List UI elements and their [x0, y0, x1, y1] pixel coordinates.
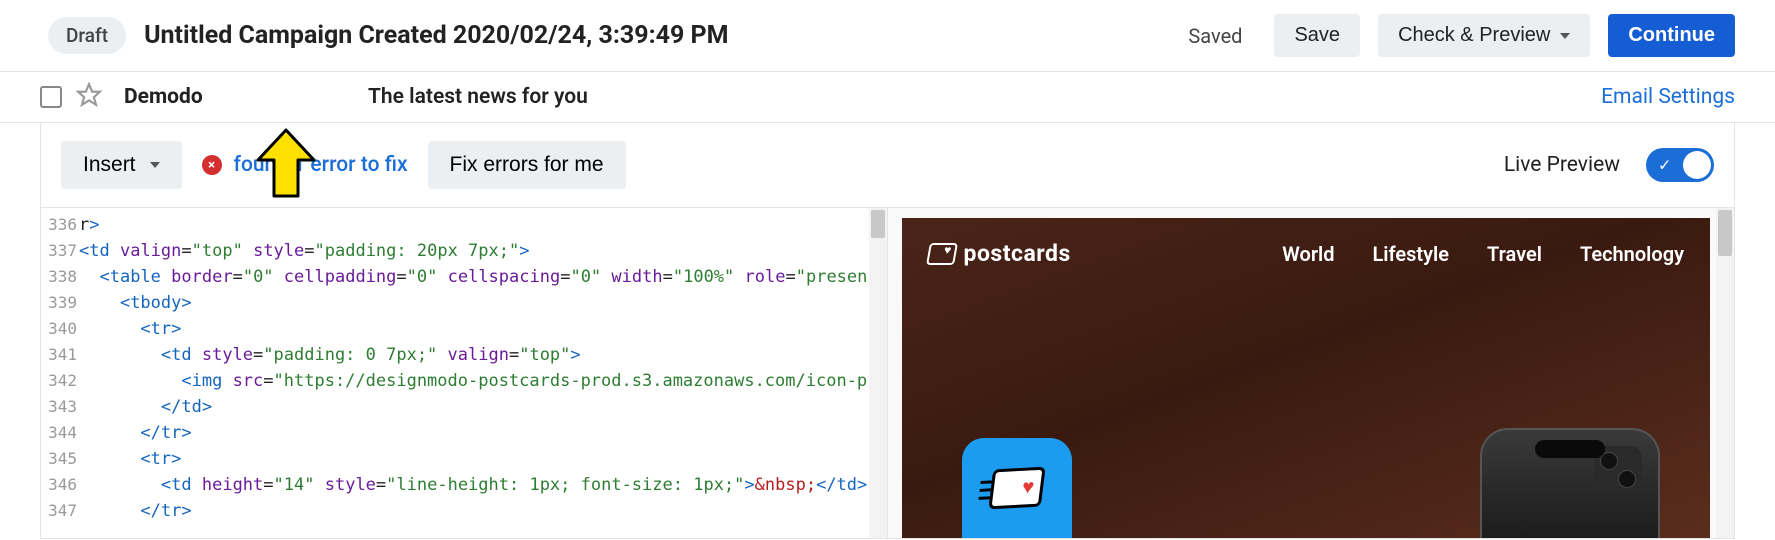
code-line[interactable]: 346 <td height="14" style="line-height: … [41, 472, 887, 498]
line-number: 338 [41, 264, 79, 290]
nav-item-lifestyle[interactable]: Lifestyle [1372, 242, 1449, 266]
code-line[interactable]: 341 <td style="padding: 0 7px;" valign="… [41, 342, 887, 368]
app-icon [962, 438, 1072, 538]
fix-errors-button[interactable]: Fix errors for me [428, 141, 626, 189]
saved-status: Saved [1188, 24, 1242, 48]
star-icon[interactable] [76, 82, 102, 112]
code-line[interactable]: 343 </td> [41, 394, 887, 420]
line-number: 347 [41, 498, 79, 524]
code-text[interactable]: <img src="https://designmodo-postcards-p… [79, 368, 887, 394]
code-text[interactable]: </tr> [79, 420, 887, 446]
code-text[interactable]: </tr> [79, 498, 887, 524]
code-editor[interactable]: 336r>337<td valign="top" style="padding:… [41, 208, 888, 538]
campaign-title[interactable]: Untitled Campaign Created 2020/02/24, 3:… [144, 21, 1170, 50]
code-line[interactable]: 338 <table border="0" cellpadding="0" ce… [41, 264, 887, 290]
code-text[interactable]: <tr> [79, 316, 887, 342]
logo-mark-icon [926, 243, 958, 265]
preview-scrollbar[interactable] [1716, 208, 1734, 538]
code-line[interactable]: 339 <tbody> [41, 290, 887, 316]
line-number: 336 [41, 212, 79, 238]
preview-nav: postcards World Lifestyle Travel Technol… [902, 218, 1711, 267]
email-row: Demodo The latest news for you Email Set… [0, 72, 1775, 123]
line-number: 346 [41, 472, 79, 498]
code-line[interactable]: 337<td valign="top" style="padding: 20px… [41, 238, 887, 264]
toggle-knob [1683, 151, 1711, 179]
error-icon: × [202, 155, 222, 175]
editor-toolbar: Insert × found 1 error to fix Fix errors… [41, 123, 1734, 208]
code-line[interactable]: 344 </tr> [41, 420, 887, 446]
subject-line: The latest news for you [368, 85, 1587, 109]
line-number: 339 [41, 290, 79, 316]
nav-item-technology[interactable]: Technology [1580, 242, 1684, 266]
email-preview: postcards World Lifestyle Travel Technol… [902, 218, 1711, 538]
editor-container: Insert × found 1 error to fix Fix errors… [40, 123, 1735, 539]
camera-icon [1594, 446, 1642, 494]
chevron-down-icon [150, 162, 160, 168]
nav-item-world[interactable]: World [1282, 242, 1334, 266]
check-preview-label: Check & Preview [1398, 24, 1550, 47]
line-number: 344 [41, 420, 79, 446]
line-number: 341 [41, 342, 79, 368]
line-number: 342 [41, 368, 79, 394]
insert-label: Insert [83, 153, 136, 177]
code-line[interactable]: 345 <tr> [41, 446, 887, 472]
check-icon: ✓ [1658, 156, 1671, 175]
error-text: found 1 error to fix [234, 153, 408, 177]
email-settings-link[interactable]: Email Settings [1601, 85, 1735, 109]
preview-pane: postcards World Lifestyle Travel Technol… [888, 208, 1735, 538]
line-number: 343 [41, 394, 79, 420]
code-text[interactable]: <tr> [79, 446, 887, 472]
code-text[interactable]: <table border="0" cellpadding="0" cellsp… [79, 264, 887, 290]
code-line[interactable]: 336r> [41, 212, 887, 238]
line-number: 345 [41, 446, 79, 472]
code-text[interactable]: r> [79, 212, 887, 238]
postcards-logo: postcards [928, 240, 1071, 267]
line-number: 340 [41, 316, 79, 342]
code-text[interactable]: <td height="14" style="line-height: 1px;… [79, 472, 887, 498]
insert-button[interactable]: Insert [61, 141, 182, 189]
code-scrollbar[interactable] [869, 208, 887, 538]
code-line[interactable]: 340 <tr> [41, 316, 887, 342]
live-preview-toggle[interactable]: ✓ [1646, 148, 1714, 182]
save-button[interactable]: Save [1274, 14, 1360, 57]
error-link[interactable]: × found 1 error to fix [202, 153, 408, 177]
nav-item-travel[interactable]: Travel [1487, 242, 1542, 266]
split-pane: 336r>337<td valign="top" style="padding:… [41, 208, 1734, 538]
stamp-icon [988, 467, 1045, 510]
phone-mockup [1480, 428, 1660, 538]
chevron-down-icon [1560, 33, 1570, 39]
logo-text: postcards [964, 240, 1071, 267]
select-checkbox[interactable] [40, 86, 62, 108]
code-line[interactable]: 347 </tr> [41, 498, 887, 524]
code-text[interactable]: <td style="padding: 0 7px;" valign="top"… [79, 342, 887, 368]
line-number: 337 [41, 238, 79, 264]
check-preview-button[interactable]: Check & Preview [1378, 14, 1590, 57]
continue-button[interactable]: Continue [1608, 14, 1735, 57]
scroll-thumb[interactable] [1718, 210, 1732, 256]
top-bar: Draft Untitled Campaign Created 2020/02/… [0, 0, 1775, 72]
code-text[interactable]: </td> [79, 394, 887, 420]
code-text[interactable]: <td valign="top" style="padding: 20px 7p… [79, 238, 887, 264]
code-line[interactable]: 342 <img src="https://designmodo-postcar… [41, 368, 887, 394]
scroll-thumb[interactable] [871, 210, 885, 238]
live-preview-label: Live Preview [1504, 153, 1620, 177]
draft-badge: Draft [48, 17, 126, 54]
code-text[interactable]: <tbody> [79, 290, 887, 316]
sender-name: Demodo [124, 85, 354, 109]
